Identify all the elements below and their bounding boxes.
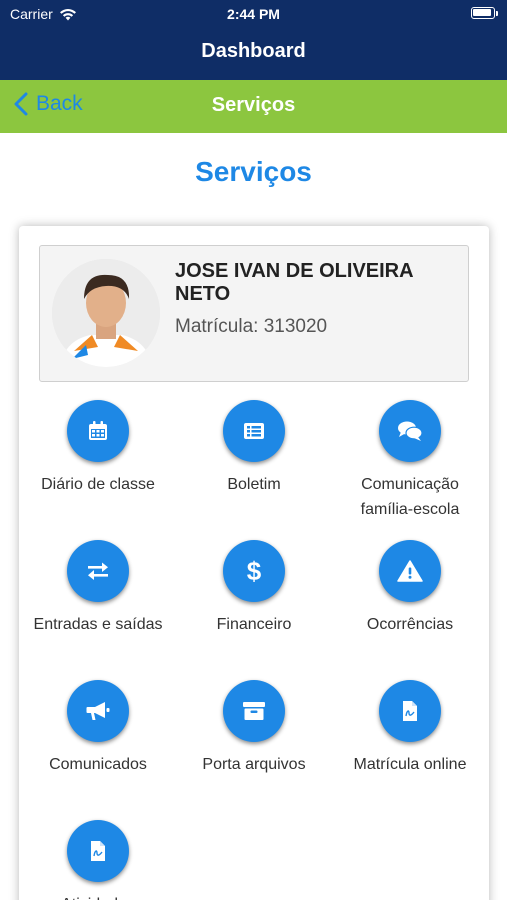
chat-icon: [398, 421, 423, 441]
service-comunicados[interactable]: Comunicados: [23, 680, 173, 777]
app-header: Carrier 2:44 PM Dashboard: [0, 0, 507, 80]
dollar-icon: $: [246, 556, 262, 586]
service-icon-circle: [223, 680, 285, 742]
student-name: JOSE IVAN DE OLIVEIRA NETO: [175, 260, 413, 305]
service-financeiro[interactable]: $ Financeiro: [179, 540, 329, 637]
exchange-icon: [88, 562, 108, 580]
service-label: Comunicação família-escola: [360, 476, 460, 518]
service-label: Porta arquivos: [202, 756, 306, 773]
service-icon-circle: [67, 540, 129, 602]
dashboard-title: Dashboard: [201, 40, 306, 62]
services-card: JOSE IVAN DE OLIVEIRA NETO Matrícula: 31…: [19, 226, 489, 900]
megaphone-icon: [86, 702, 110, 720]
service-label: Comunicados: [49, 756, 147, 773]
service-icon-circle: $: [223, 540, 285, 602]
service-label: Financeiro: [216, 616, 292, 633]
nav-title: Serviços: [211, 94, 296, 116]
status-bar: Carrier 2:44 PM: [0, 0, 507, 28]
nav-bar: Back Serviços: [0, 80, 507, 133]
calendar-icon: [89, 421, 107, 440]
service-icon-circle: [67, 680, 129, 742]
service-entradas-e-saidas[interactable]: Entradas e saídas: [23, 540, 173, 637]
page-title: Serviços: [195, 156, 312, 187]
document-icon: [403, 701, 417, 721]
battery-icon: [471, 7, 495, 19]
service-matricula-online[interactable]: Matrícula online: [335, 680, 485, 777]
service-diario-de-classe[interactable]: Diário de classe: [23, 400, 173, 497]
service-atividades[interactable]: Atividades: [23, 820, 173, 900]
service-ocorrencias[interactable]: Ocorrências: [335, 540, 485, 637]
archive-icon: [243, 702, 265, 720]
avatar: [52, 259, 160, 367]
service-icon-circle: [379, 540, 441, 602]
warning-icon: [397, 560, 423, 582]
list-icon: [244, 423, 264, 439]
service-icon-circle: [67, 400, 129, 462]
service-icon-circle: [379, 680, 441, 742]
service-comunicacao[interactable]: Comunicação família-escola: [335, 400, 485, 522]
service-label: Diário de classe: [41, 476, 155, 493]
service-icon-circle: [223, 400, 285, 462]
service-porta-arquivos[interactable]: Porta arquivos: [179, 680, 329, 777]
service-label: Matrícula online: [353, 756, 467, 773]
battery-tip: [496, 11, 498, 16]
document-icon: [91, 841, 105, 861]
status-time: 2:44 PM: [227, 6, 280, 22]
service-label: Boletim: [227, 476, 281, 493]
service-boletim[interactable]: Boletim: [179, 400, 329, 497]
student-registration: Matrícula: 313020: [175, 316, 328, 337]
service-icon-circle: [379, 400, 441, 462]
student-photo: [52, 259, 160, 367]
service-label: Ocorrências: [366, 616, 454, 633]
student-profile[interactable]: JOSE IVAN DE OLIVEIRA NETO Matrícula: 31…: [39, 245, 469, 382]
service-label: Entradas e saídas: [33, 616, 163, 633]
service-icon-circle: [67, 820, 129, 882]
service-label: Atividades: [23, 892, 173, 900]
